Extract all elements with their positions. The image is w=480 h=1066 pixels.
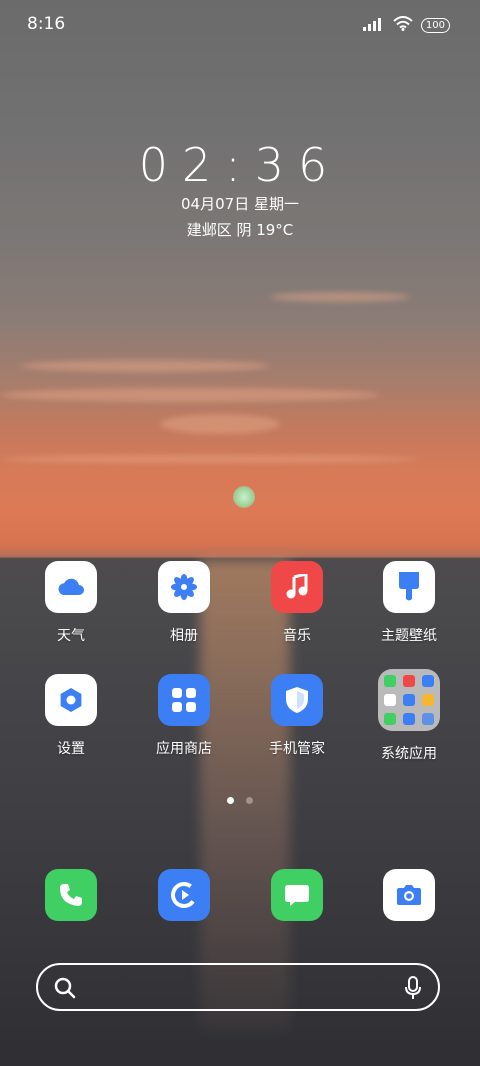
folder-icon	[378, 669, 440, 731]
signal-icon	[362, 16, 385, 35]
music-note-icon	[271, 561, 323, 613]
message-icon	[271, 869, 323, 921]
gear-icon	[45, 674, 97, 726]
dock-messages[interactable]	[247, 869, 347, 921]
microphone-icon[interactable]	[404, 976, 422, 1004]
camera-icon	[383, 869, 435, 921]
paint-brush-icon	[383, 561, 435, 613]
app-label: 音乐	[283, 628, 311, 644]
app-gallery[interactable]: 相册	[134, 561, 234, 645]
browser-icon	[158, 869, 210, 921]
folder-system-apps[interactable]: 系统应用	[359, 669, 459, 763]
app-store[interactable]: 应用商店	[134, 674, 234, 758]
app-label: 天气	[57, 628, 85, 644]
sun	[233, 486, 255, 508]
search-icon[interactable]	[54, 977, 76, 1003]
cloud-icon	[45, 561, 97, 613]
app-phone-manager[interactable]: 手机管家	[247, 674, 347, 758]
phone-icon	[45, 869, 97, 921]
app-label: 主题壁纸	[381, 628, 437, 644]
battery-indicator: 100	[420, 18, 450, 33]
grid-icon	[158, 674, 210, 726]
app-label: 应用商店	[156, 741, 212, 757]
page-dot-2[interactable]	[246, 797, 253, 804]
page-dot-1[interactable]	[227, 797, 234, 804]
app-label: 设置	[57, 741, 85, 757]
app-themes[interactable]: 主题壁纸	[359, 561, 459, 645]
app-label: 系统应用	[381, 746, 437, 762]
page-indicator[interactable]	[0, 797, 480, 804]
shield-icon	[271, 674, 323, 726]
app-settings[interactable]: 设置	[21, 674, 121, 758]
app-label: 相册	[170, 628, 198, 644]
lock-clock-time[interactable]: 02:36	[0, 138, 480, 192]
app-label: 手机管家	[269, 741, 325, 757]
dock-camera[interactable]	[359, 869, 459, 921]
lock-clock-date[interactable]: 04月07日 星期一	[0, 193, 480, 214]
dock-phone[interactable]	[21, 869, 121, 921]
app-weather[interactable]: 天气	[21, 561, 121, 645]
status-bar: 8:16 100	[0, 0, 480, 50]
dock-browser[interactable]	[134, 869, 234, 921]
app-music[interactable]: 音乐	[247, 561, 347, 645]
status-time: 8:16	[27, 14, 66, 34]
wifi-icon	[393, 16, 413, 35]
flower-icon	[158, 561, 210, 613]
weather-summary[interactable]: 建邺区 阴 19°C	[0, 219, 480, 240]
search-bar[interactable]	[36, 963, 440, 1011]
